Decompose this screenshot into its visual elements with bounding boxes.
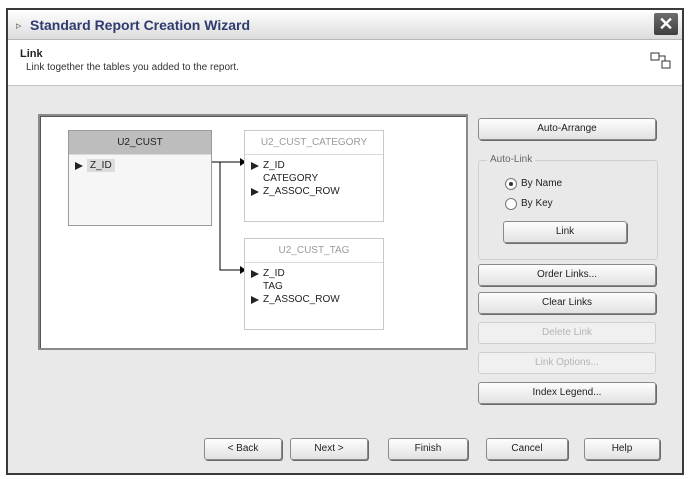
by-name-label: By Name bbox=[521, 178, 563, 189]
link-line-tag bbox=[210, 161, 240, 271]
wizard-window: ▹ Standard Report Creation Wizard ✕ Link… bbox=[6, 8, 684, 475]
clear-links-button[interactable]: Clear Links bbox=[478, 292, 656, 314]
key-field-icon bbox=[251, 162, 259, 170]
field-row[interactable]: CATEGORY bbox=[245, 172, 383, 185]
field-row[interactable]: Z_ID bbox=[69, 159, 211, 172]
window-menu-icon[interactable]: ▹ bbox=[16, 19, 22, 32]
key-field-icon bbox=[251, 270, 259, 278]
by-key-label: By Key bbox=[521, 198, 553, 209]
table-title[interactable]: U2_CUST bbox=[69, 131, 211, 155]
auto-arrange-button[interactable]: Auto-Arrange bbox=[478, 118, 656, 140]
table-u2-cust-tag[interactable]: U2_CUST_TAG Z_ID TAG Z_ASSOC_ROW bbox=[244, 238, 384, 330]
link-tables-icon bbox=[650, 52, 671, 69]
delete-link-button[interactable]: Delete Link bbox=[478, 322, 656, 344]
field-row[interactable]: Z_ID bbox=[245, 159, 383, 172]
order-links-button[interactable]: Order Links... bbox=[478, 264, 656, 286]
window-title: Standard Report Creation Wizard bbox=[30, 17, 251, 33]
field-name: Z_ID bbox=[87, 159, 115, 172]
link-diagram-canvas[interactable]: U2_CUST Z_ID U2_CUST_CATEGORY Z_ID CATEG… bbox=[38, 114, 468, 350]
table-u2-cust[interactable]: U2_CUST Z_ID bbox=[68, 130, 212, 226]
key-field-icon bbox=[251, 296, 259, 304]
field-name: Z_ASSOC_ROW bbox=[263, 186, 340, 197]
next-button[interactable]: Next > bbox=[290, 438, 368, 460]
field-name: TAG bbox=[263, 281, 283, 292]
by-key-radio[interactable]: By Key bbox=[505, 197, 553, 211]
link-button[interactable]: Link bbox=[503, 221, 627, 243]
field-row[interactable]: TAG bbox=[245, 280, 383, 293]
close-button[interactable]: ✕ bbox=[654, 13, 678, 35]
radio-unchecked-icon[interactable] bbox=[505, 198, 517, 210]
link-options-button[interactable]: Link Options... bbox=[478, 352, 656, 374]
field-name: Z_ID bbox=[263, 268, 285, 279]
radio-checked-icon[interactable] bbox=[505, 178, 517, 190]
table-title[interactable]: U2_CUST_CATEGORY bbox=[245, 131, 383, 155]
field-row[interactable]: Z_ASSOC_ROW bbox=[245, 185, 383, 198]
by-name-radio[interactable]: By Name bbox=[505, 177, 563, 191]
field-name: CATEGORY bbox=[263, 173, 319, 184]
auto-link-label: Auto-Link bbox=[487, 154, 536, 165]
help-button[interactable]: Help bbox=[584, 438, 660, 460]
field-name: Z_ASSOC_ROW bbox=[263, 294, 340, 305]
index-legend-button[interactable]: Index Legend... bbox=[478, 382, 656, 404]
title-bar: ▹ Standard Report Creation Wizard ✕ bbox=[8, 10, 682, 40]
cancel-button[interactable]: Cancel bbox=[486, 438, 568, 460]
field-name: Z_ID bbox=[263, 160, 285, 171]
key-field-icon bbox=[75, 162, 83, 170]
back-button[interactable]: < Back bbox=[204, 438, 282, 460]
field-row[interactable]: Z_ASSOC_ROW bbox=[245, 293, 383, 306]
table-u2-cust-category[interactable]: U2_CUST_CATEGORY Z_ID CATEGORY Z_ASSOC_R… bbox=[244, 130, 384, 222]
key-field-icon bbox=[251, 188, 259, 196]
finish-button[interactable]: Finish bbox=[388, 438, 468, 460]
table-title[interactable]: U2_CUST_TAG bbox=[245, 239, 383, 263]
step-subtitle: Link together the tables you added to th… bbox=[26, 62, 239, 73]
wizard-header: Link Link together the tables you added … bbox=[8, 40, 682, 86]
auto-link-group: Auto-Link By Name By Key Link bbox=[478, 154, 658, 260]
field-row[interactable]: Z_ID bbox=[245, 267, 383, 280]
step-title: Link bbox=[20, 48, 43, 60]
